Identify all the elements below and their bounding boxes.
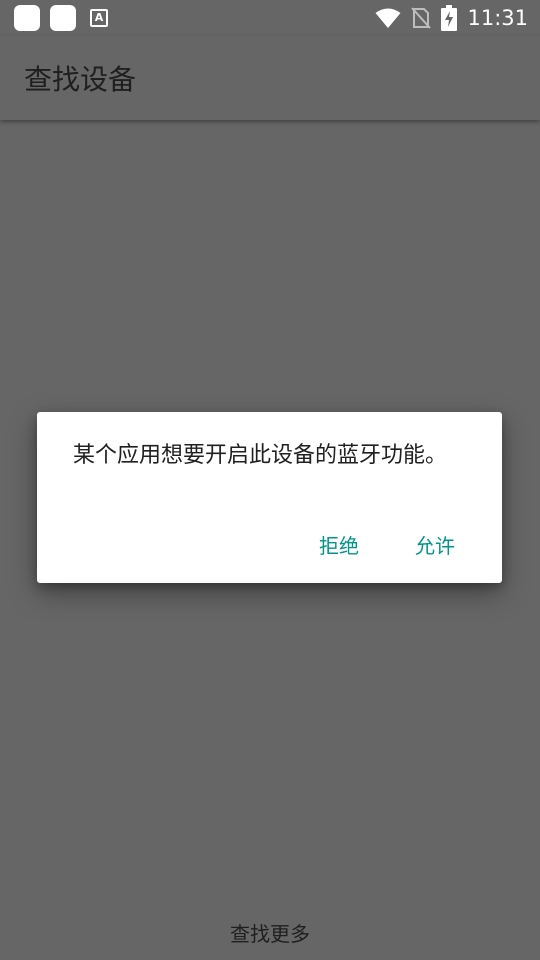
page-title: 查找设备: [24, 63, 137, 96]
status-time: 11:31: [467, 6, 528, 30]
allow-button[interactable]: 允许: [415, 528, 455, 560]
wifi-icon: [375, 8, 401, 28]
app-bar: 查找设备: [0, 36, 540, 120]
find-more-button[interactable]: 查找更多: [0, 918, 540, 947]
no-sim-icon: [411, 7, 432, 29]
battery-charging-icon: [441, 5, 458, 31]
dialog-message: 某个应用想要开启此设备的蓝牙功能。: [73, 443, 448, 468]
font-a-icon: A: [90, 9, 108, 27]
app-notification-icon: [50, 5, 76, 31]
app-notification-icon: [14, 5, 40, 31]
screen: A 11:31 查找设备 查找更多 某个应用想要开启此设备的蓝牙功能。 拒绝 允…: [0, 0, 540, 960]
bluetooth-permission-dialog: 某个应用想要开启此设备的蓝牙功能。 拒绝 允许: [37, 412, 502, 583]
deny-button[interactable]: 拒绝: [319, 528, 359, 560]
status-bar: A 11:31: [0, 0, 540, 36]
status-right: 11:31: [375, 0, 528, 36]
